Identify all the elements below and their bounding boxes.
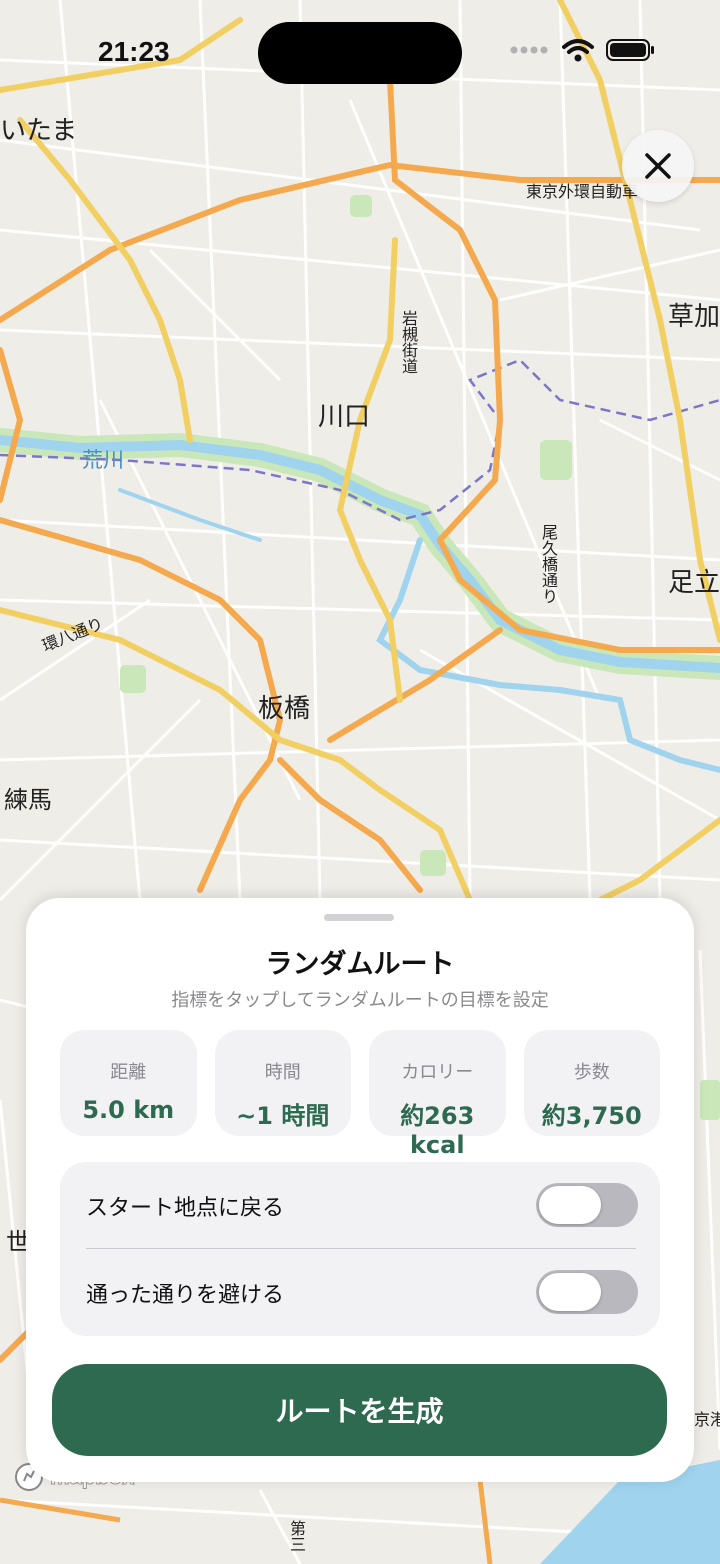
metric-label: 時間 [264,1062,301,1083]
status-time: 21:23 [98,36,170,67]
metric-time[interactable]: 時間 ~1 時間 [214,1030,351,1136]
battery-icon [606,39,654,61]
toggle-row-avoid-streets: 通った通りを避ける [60,1249,660,1335]
map-label-daisan: 第三 [287,1520,306,1552]
sheet-grabber[interactable] [324,914,394,921]
switch-knob [539,1273,601,1311]
generate-route-button[interactable]: ルートを生成 [52,1364,667,1456]
metric-calories[interactable]: カロリー 約263 kcal [369,1030,506,1159]
map-label-souka: 草加 [668,302,720,332]
toggle-label: スタート地点に戻る [86,1196,285,1221]
metric-label: 歩数 [573,1062,610,1083]
toggle-row-return-to-start: スタート地点に戻る [60,1162,660,1249]
metric-value: 約263 kcal [400,1102,475,1159]
metric-value: 5.0 km [82,1096,175,1124]
map-label-okubashi: 尾久橋通り [539,524,558,604]
return-to-start-switch[interactable] [536,1183,638,1227]
map-label-saitama: いたま [0,116,78,146]
switch-knob [539,1186,601,1224]
signal-dots-icon [510,46,548,54]
map-label-iwatsuki: 岩槻街道 [399,310,418,374]
metric-distance[interactable]: 距離 5.0 km [60,1030,197,1136]
map-label-gaikan: 東京外環自動車 [526,182,639,201]
status-icons [510,38,656,62]
status-bar: 21:23 [0,0,720,110]
map-label-itabashi: 板橋 [258,694,311,724]
generate-route-label: ルートを生成 [275,1395,444,1428]
map-label-keiyo: 京港 [694,1410,720,1429]
metric-value: ~1 時間 [236,1102,330,1130]
close-button[interactable] [622,130,694,202]
toggle-label: 通った通りを避ける [86,1283,285,1308]
metric-label: 距離 [110,1062,147,1083]
close-icon [645,153,671,179]
metric-label: カロリー [401,1062,474,1083]
metric-cards: 距離 5.0 km 時間 ~1 時間 カロリー 約263 kcal 歩数 約3,… [60,1030,660,1159]
metric-value: 約3,750 [541,1102,642,1130]
map-label-adachi: 足立 [668,568,720,598]
metric-steps[interactable]: 歩数 約3,750 [523,1030,660,1136]
wifi-icon [562,39,594,62]
map-label-nerima: 練馬 [4,786,52,814]
map-label-arakawa: 荒川 [82,448,124,472]
avoid-visited-streets-switch[interactable] [536,1270,638,1314]
dynamic-island [258,22,462,84]
sheet-title: ランダムルート [265,949,455,980]
route-options: スタート地点に戻る 通った通りを避ける [60,1162,660,1336]
map-label-kawaguchi: 川口 [318,402,371,432]
random-route-sheet: ランダムルート 指標をタップしてランダムルートの目標を設定 距離 5.0 km … [26,898,694,1482]
sheet-subtitle: 指標をタップしてランダムルートの目標を設定 [171,990,549,1011]
